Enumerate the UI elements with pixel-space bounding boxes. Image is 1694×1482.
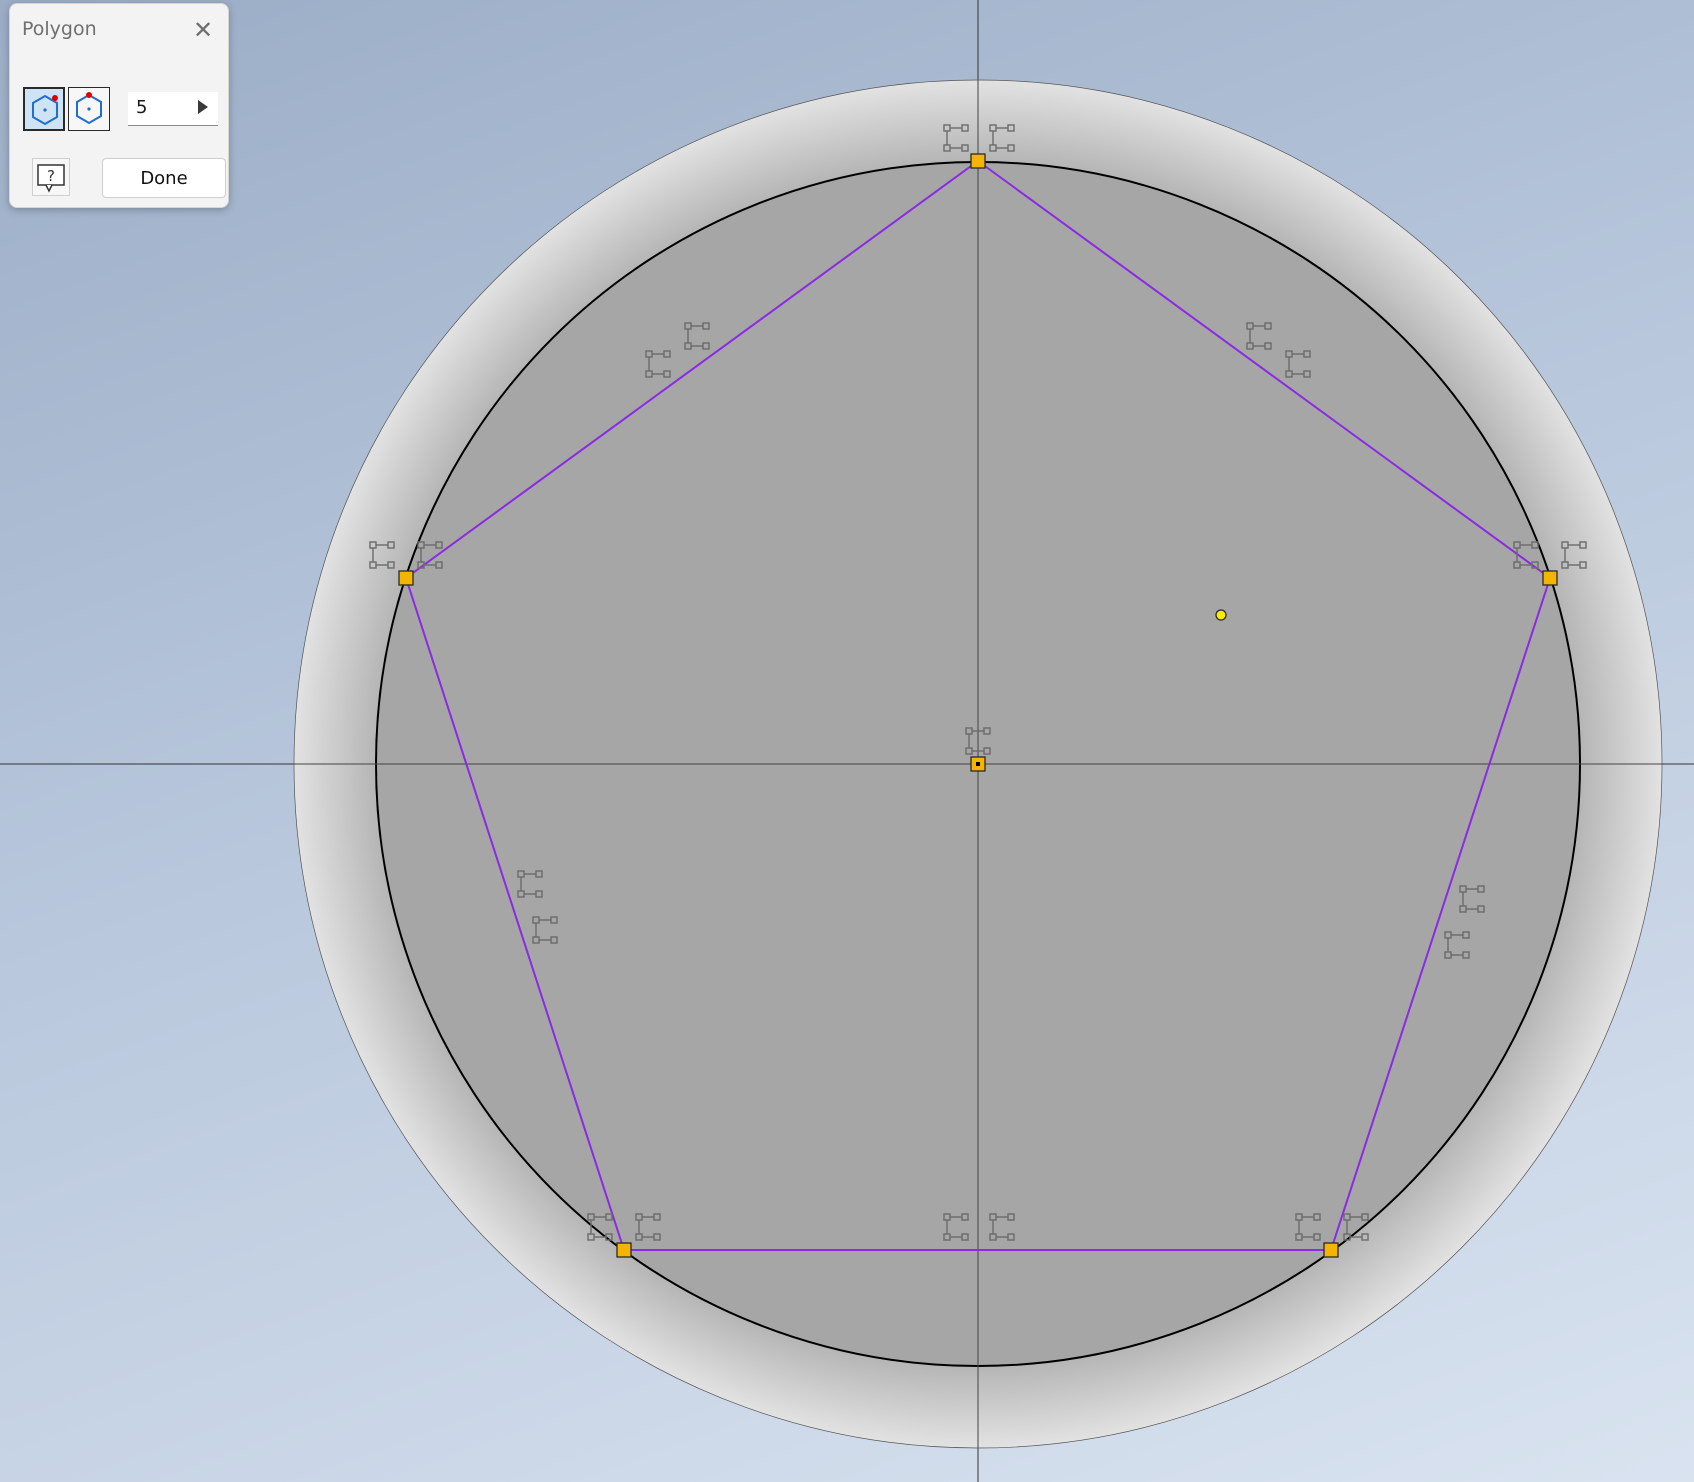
vertex-point[interactable] (1542, 570, 1558, 586)
circumscribed-polygon-icon (76, 92, 102, 125)
flyout-arrow-icon[interactable] (198, 100, 208, 114)
circumscribed-mode-button[interactable] (68, 87, 110, 131)
done-button[interactable]: Done (102, 158, 226, 198)
vertex-point[interactable] (1323, 1242, 1339, 1258)
inscribed-polygon-icon (32, 94, 58, 126)
vertex-point[interactable] (616, 1242, 632, 1258)
vertex-point[interactable] (398, 570, 414, 586)
cursor-point (1215, 609, 1227, 621)
sides-count-input[interactable]: 5 (128, 92, 218, 126)
close-icon: ✕ (192, 16, 214, 44)
inscribed-mode-button[interactable] (23, 87, 65, 131)
close-button[interactable]: ✕ (190, 16, 216, 44)
sketch-canvas[interactable] (0, 0, 1694, 1482)
center-point-dot (976, 762, 980, 766)
polygon-dialog: Polygon ✕ 5 ? Done (9, 3, 229, 208)
sides-count-value: 5 (136, 97, 148, 118)
dialog-title: Polygon (22, 18, 97, 40)
svg-text:?: ? (47, 167, 55, 185)
help-button[interactable]: ? (32, 158, 70, 196)
help-icon: ? (37, 164, 65, 193)
vertex-point[interactable] (970, 153, 986, 169)
